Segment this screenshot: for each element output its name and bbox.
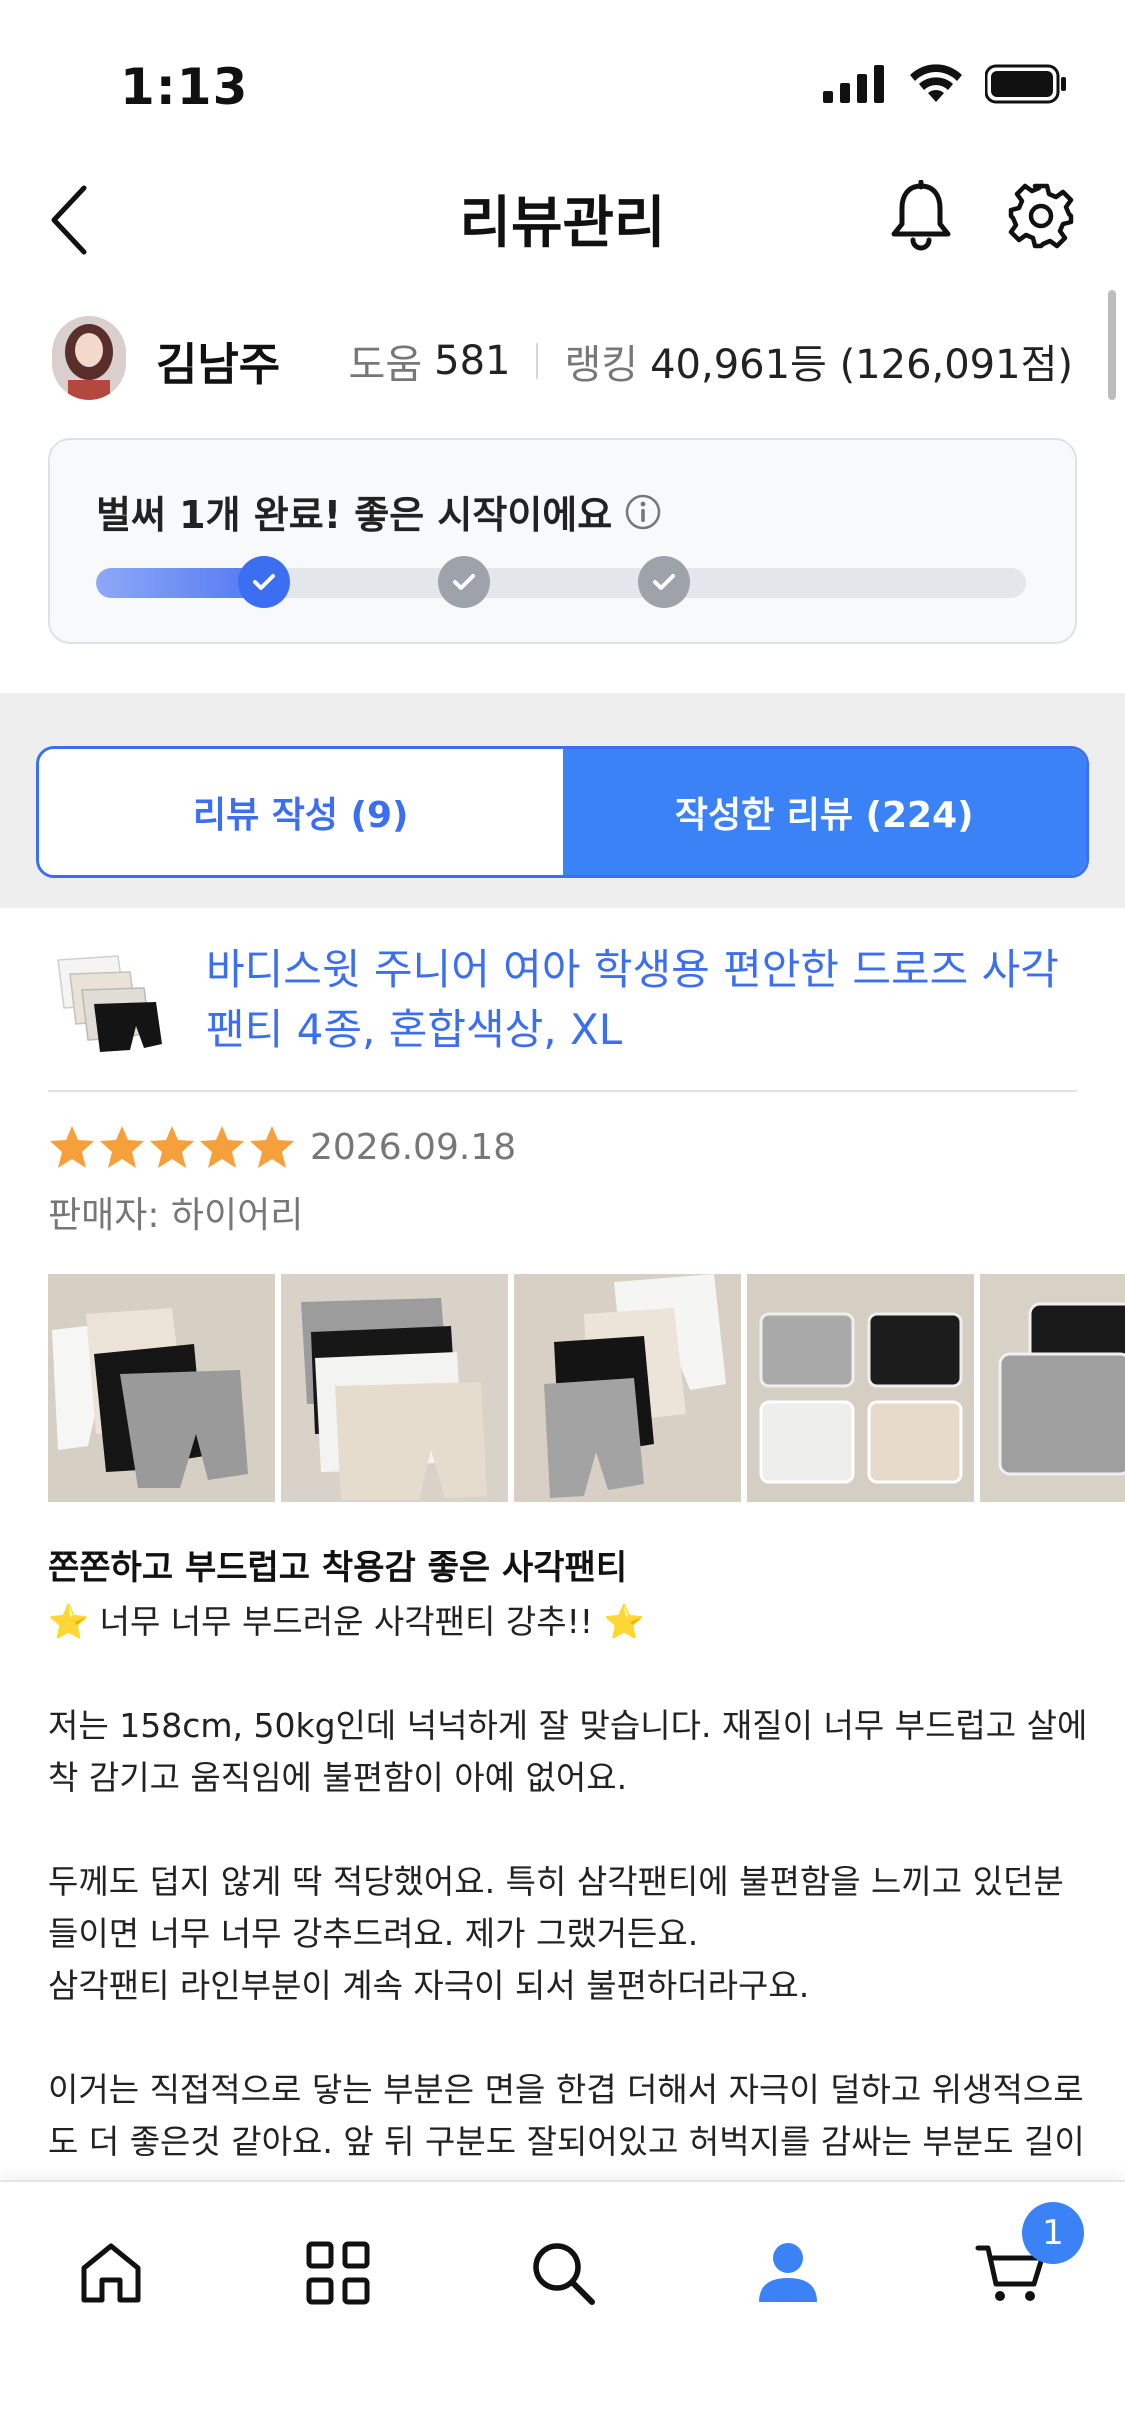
settings-button[interactable] (1006, 180, 1076, 252)
status-time: 1:13 (120, 58, 249, 116)
wifi-icon (910, 64, 962, 102)
notification-button[interactable] (888, 179, 954, 252)
user-icon (759, 2243, 817, 2302)
review-photo[interactable] (980, 1274, 1125, 1502)
review-body-line: ⭐ 너무 너무 부드러운 사각팬티 강추!! ⭐ (48, 1602, 645, 1641)
help-value: 581 (434, 338, 511, 384)
review-body-paragraph: 이거는 직접적으로 닿는 부분은 면을 한겹 더해서 자극이 덜하고 위생적으로… (48, 2070, 1085, 2176)
tab-write-review[interactable]: 리뷰 작성 (9) (39, 749, 563, 875)
user-name: 김남주 (156, 338, 281, 391)
check-icon (453, 574, 475, 590)
product-name[interactable]: 바디스윗 주니어 여아 학생용 편안한 드로즈 사각팬티 4종, 혼합색상, X… (206, 940, 1066, 1060)
product-row[interactable]: 바디스윗 주니어 여아 학생용 편안한 드로즈 사각팬티 4종, 혼합색상, X… (48, 940, 1077, 1092)
nav-categories[interactable] (293, 2228, 383, 2318)
star-icon (100, 1126, 144, 1168)
check-icon (253, 574, 275, 590)
progress-title: 벌써 1개 완료! 좋은 시작이에요 (96, 493, 613, 537)
search-icon (533, 2243, 595, 2305)
header: 리뷰관리 (0, 150, 1125, 280)
info-icon[interactable] (624, 493, 662, 531)
help-label: 도움 (348, 342, 423, 388)
battery-icon (985, 64, 1066, 104)
signal-icon (823, 65, 884, 103)
avatar-image (52, 316, 126, 400)
review-body-paragraph: 두께도 덥지 않게 딱 적당했어요. 특히 삼각팬티에 불편함을 느끼고 있던분… (48, 1862, 1064, 1953)
bottom-navigation: 1 (0, 2180, 1125, 2436)
milestone-check-3 (638, 556, 690, 608)
review-photo[interactable] (514, 1274, 741, 1502)
review-body-paragraph: 삼각팬티 라인부분이 계속 자극이 되서 불편하더라구요. (48, 1966, 810, 2005)
gear-icon (1008, 183, 1074, 249)
review-photos (48, 1274, 1125, 1502)
review-photo[interactable] (281, 1274, 508, 1502)
cart-count-badge: 1 (1022, 2202, 1084, 2264)
avatar[interactable] (52, 316, 126, 400)
review-photo[interactable] (747, 1274, 974, 1502)
stats-divider (536, 343, 539, 379)
seller-name: 판매자: 하이어리 (48, 1195, 304, 1236)
star-icon (150, 1126, 194, 1168)
review-body-paragraph: 저는 158cm, 50kg인데 넉넉하게 잘 맞습니다. 재질이 너무 부드럽… (48, 1706, 1088, 1797)
star-icon (200, 1126, 244, 1168)
page-title: 리뷰관리 (459, 191, 666, 256)
rating-row: 2026.09.18 (48, 1124, 516, 1170)
rank-value: 40,961등 (126,091점) (650, 342, 1073, 388)
home-icon (81, 2243, 141, 2303)
review-headline: 쫀쫀하고 부드럽고 착용감 좋은 사각팬티 (48, 1548, 628, 1588)
milestone-check-1 (238, 556, 290, 608)
star-icon (250, 1126, 294, 1168)
progress-card: 벌써 1개 완료! 좋은 시작이에요 (48, 438, 1077, 644)
star-rating (48, 1124, 296, 1170)
review-body: ⭐ 너무 너무 부드러운 사각팬티 강추!! ⭐ 저는 158cm, 50kg인… (48, 1596, 1088, 2176)
bell-icon (891, 179, 951, 251)
review-tabs: 리뷰 작성 (9) 작성한 리뷰 (224) (36, 746, 1089, 878)
grid-icon (306, 2241, 370, 2305)
review-date: 2026.09.18 (310, 1126, 517, 1168)
user-stats: 도움 581 랭킹 40,961등 (126,091점) (349, 332, 1073, 390)
status-bar: 1:13 (0, 0, 1125, 150)
scrollbar[interactable] (1108, 290, 1116, 400)
nav-search[interactable] (518, 2228, 608, 2318)
progress-title-row: 벌써 1개 완료! 좋은 시작이에요 (96, 484, 662, 539)
profile-summary: 김남주 도움 581 랭킹 40,961등 (126,091점) (0, 316, 1125, 406)
status-icons (823, 64, 1067, 104)
review-photo[interactable] (48, 1274, 275, 1502)
tab-written-reviews[interactable]: 작성한 리뷰 (224) (562, 749, 1086, 875)
check-icon (653, 574, 675, 590)
star-icon (50, 1126, 94, 1168)
nav-my-page[interactable] (743, 2228, 833, 2318)
progress-track (96, 568, 1026, 598)
product-thumbnail[interactable] (48, 946, 168, 1056)
rank-label: 랭킹 (564, 342, 639, 388)
milestone-check-2 (438, 556, 490, 608)
nav-home[interactable] (66, 2228, 156, 2318)
